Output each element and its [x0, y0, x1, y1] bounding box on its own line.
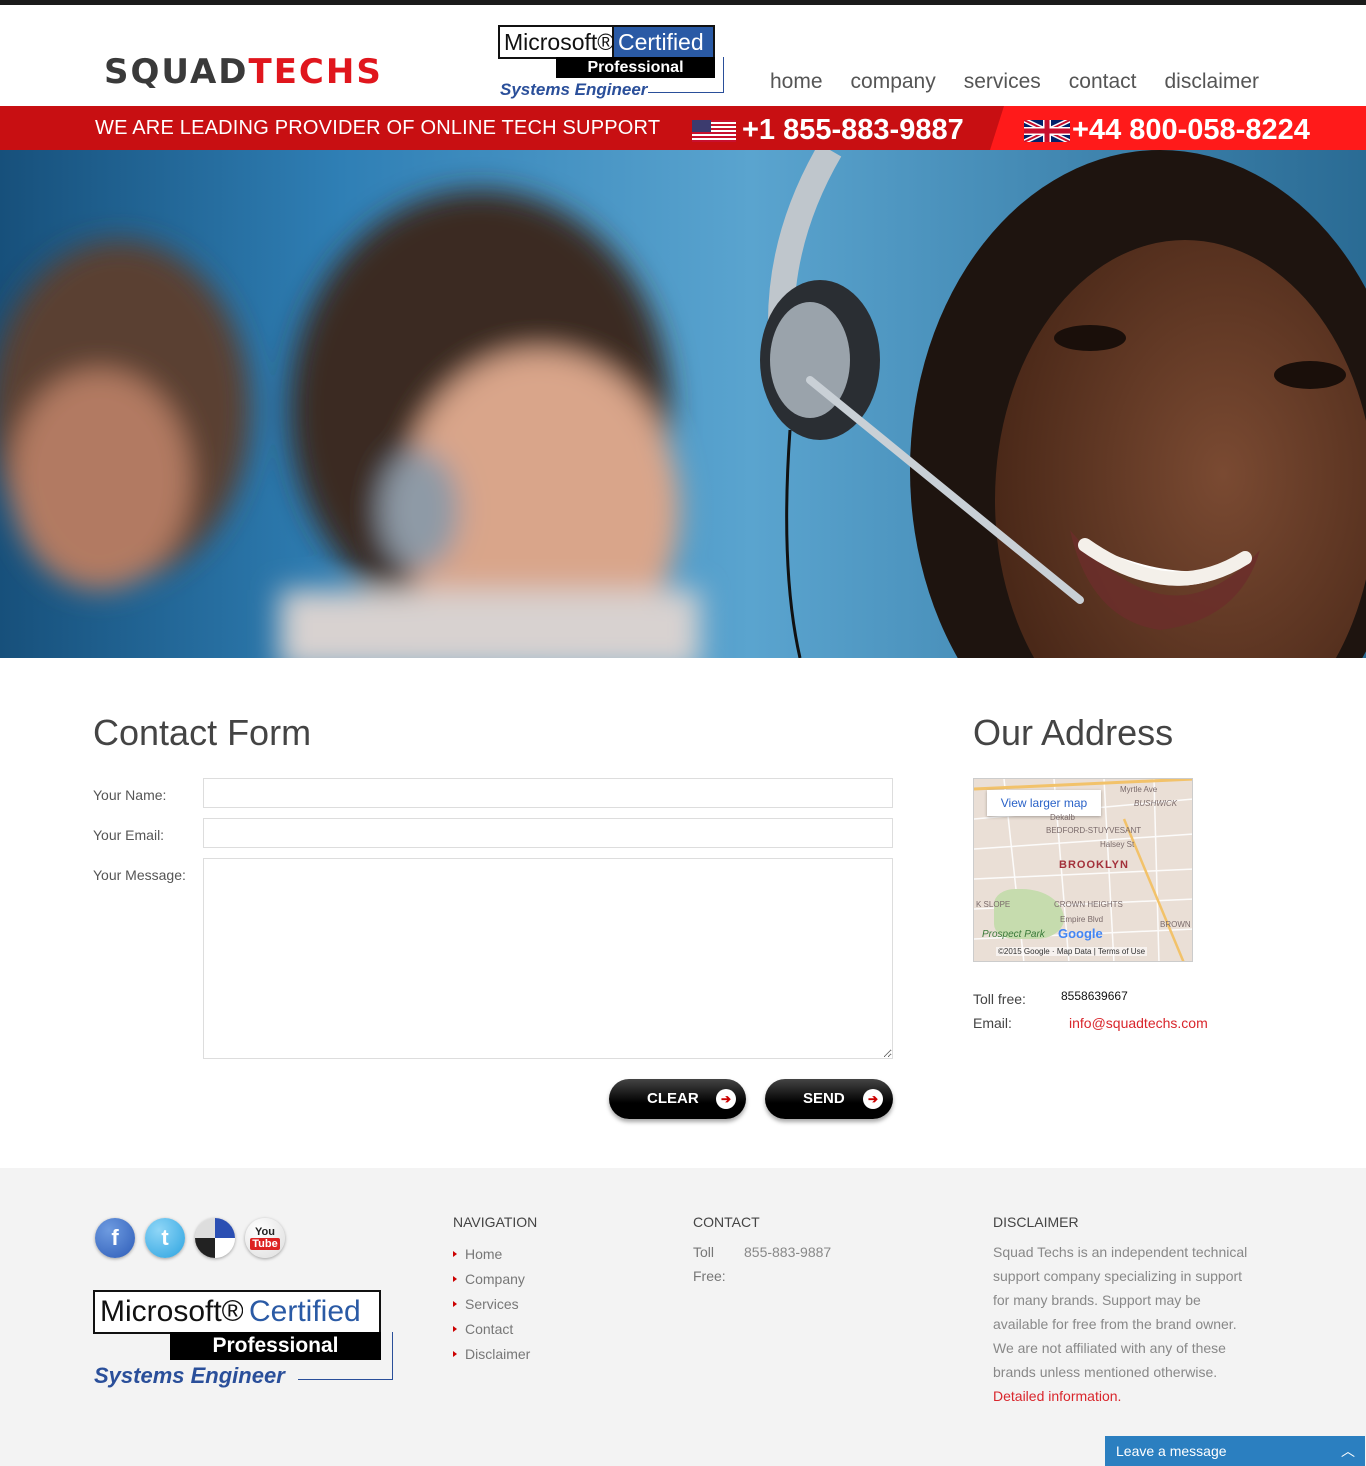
chat-widget[interactable]: Leave a message ︿: [1105, 1436, 1365, 1466]
detailed-information-link[interactable]: Detailed information.: [993, 1388, 1121, 1404]
mcp-badge-footer: Microsoft® Certified Professional System…: [93, 1290, 395, 1390]
chat-label: Leave a message: [1116, 1443, 1227, 1459]
disclaimer-line: Squad Techs is an independent technical: [993, 1244, 1248, 1260]
footer-nav-home[interactable]: Home: [453, 1242, 530, 1267]
delicious-icon[interactable]: [195, 1218, 235, 1258]
map-label: CROWN HEIGHTS: [1054, 900, 1123, 909]
email-input[interactable]: [203, 818, 893, 848]
mcp-badge-header: Microsoft® Certified Professional System…: [498, 25, 726, 101]
chevron-up-icon[interactable]: ︿: [1341, 1436, 1355, 1466]
map-embed[interactable]: View larger map Myrtle Ave BUSHWICK Deka…: [973, 778, 1193, 962]
support-agents-illustration: [0, 150, 1366, 658]
badge-microsoft: Microsoft®: [93, 1290, 245, 1334]
email-info-label: Email:: [973, 1015, 1012, 1031]
nav-services[interactable]: services: [964, 68, 1041, 96]
badge-microsoft: Microsoft®: [498, 25, 614, 59]
disclaimer-line: support company specializing in support: [993, 1268, 1243, 1284]
footer-nav-list: Home Company Services Contact Disclaimer: [453, 1242, 530, 1367]
map-label: BROWN: [1160, 920, 1191, 929]
badge-certified: Certified: [612, 25, 715, 59]
map-label: BEDFORD-STUYVESANT: [1046, 826, 1142, 835]
map-park-label: Prospect Park: [982, 929, 1045, 940]
top-border: [0, 0, 1366, 5]
disclaimer-line: for many brands. Support may be: [993, 1292, 1201, 1308]
nav-company[interactable]: company: [851, 68, 936, 96]
arrow-right-icon: ➔: [716, 1089, 736, 1109]
toll-free-label: Toll free:: [973, 991, 1026, 1007]
name-input[interactable]: [203, 778, 893, 808]
clear-button-label: CLEAR: [647, 1090, 699, 1107]
email-link[interactable]: info@squadtechs.com: [1069, 1015, 1208, 1031]
footer-free-label: Free:: [693, 1268, 726, 1284]
logo-part-squad: SQUAD: [104, 52, 249, 92]
youtube-tube: Tube: [250, 1238, 280, 1250]
badge-role: Systems Engineer: [500, 80, 648, 99]
footer-disclaimer-text: Squad Techs is an independent technical …: [993, 1240, 1283, 1408]
main-nav: home company services contact disclaimer: [770, 68, 1259, 96]
map-copyright-text: ©2015 Google · Map Data: [998, 947, 1092, 956]
nav-home[interactable]: home: [770, 68, 823, 96]
badge-professional: Professional: [556, 57, 715, 78]
banner-tagline: WE ARE LEADING PROVIDER OF ONLINE TECH S…: [95, 117, 661, 139]
nav-disclaimer[interactable]: disclaimer: [1165, 68, 1260, 96]
arrow-right-icon: ➔: [863, 1089, 883, 1109]
disclaimer-line: brands unless mentioned otherwise.: [993, 1364, 1218, 1380]
map-label: Halsey St: [1100, 840, 1135, 849]
logo-part-techs: TECHS: [248, 52, 383, 92]
map-area-label: BROOKLYN: [1059, 859, 1129, 871]
footer-nav-company[interactable]: Company: [453, 1267, 530, 1292]
message-textarea[interactable]: [203, 858, 893, 1059]
uk-flag-icon: [1024, 120, 1070, 142]
phone-uk[interactable]: +44 800-058-8224: [1072, 106, 1310, 154]
view-larger-map-link[interactable]: View larger map: [987, 790, 1101, 816]
footer-nav-disclaimer[interactable]: Disclaimer: [453, 1342, 530, 1367]
toll-free-value: 8558639667: [1061, 989, 1128, 1003]
contact-form-title: Contact Form: [93, 712, 312, 753]
footer-toll-label: Toll: [693, 1244, 715, 1260]
disclaimer-line: available for free from the brand owner.: [993, 1316, 1237, 1332]
disclaimer-line: We are not affiliated with any of these: [993, 1340, 1226, 1356]
map-terms-link[interactable]: Terms of Use: [1098, 947, 1145, 956]
badge-professional: Professional: [170, 1332, 381, 1360]
footer-nav-contact[interactable]: Contact: [453, 1317, 530, 1342]
map-label: Myrtle Ave: [1120, 785, 1158, 794]
message-label: Your Message:: [93, 867, 186, 883]
footer-contact-phone[interactable]: 855-883-9887: [744, 1240, 831, 1264]
footer-contact-title: CONTACT: [693, 1214, 760, 1230]
map-label: K SLOPE: [976, 900, 1011, 909]
footer-navigation-title: NAVIGATION: [453, 1214, 538, 1230]
address-title: Our Address: [973, 712, 1174, 753]
map-label: BUSHWICK: [1134, 799, 1178, 808]
facebook-icon[interactable]: f: [95, 1218, 135, 1258]
youtube-icon[interactable]: You Tube: [245, 1218, 285, 1258]
site-logo[interactable]: SQUADTECHS: [104, 52, 383, 92]
twitter-icon[interactable]: t: [145, 1218, 185, 1258]
badge-role: Systems Engineer: [94, 1363, 285, 1388]
hero-image: [0, 150, 1366, 658]
name-label: Your Name:: [93, 787, 167, 803]
footer-disclaimer-title: DISCLAIMER: [993, 1214, 1079, 1230]
phone-us[interactable]: +1 855-883-9887: [742, 106, 964, 154]
nav-contact[interactable]: contact: [1069, 68, 1137, 96]
map-label: Empire Blvd: [1060, 915, 1104, 924]
send-button[interactable]: SEND ➔: [765, 1079, 893, 1119]
map-label: Dekalb: [1050, 813, 1075, 822]
clear-button[interactable]: CLEAR ➔: [609, 1079, 746, 1119]
email-label: Your Email:: [93, 827, 165, 843]
send-button-label: SEND: [803, 1090, 845, 1107]
footer-nav-services[interactable]: Services: [453, 1292, 530, 1317]
red-banner: WE ARE LEADING PROVIDER OF ONLINE TECH S…: [0, 106, 1366, 150]
us-flag-icon: [692, 120, 736, 142]
google-logo: Google: [1058, 926, 1103, 941]
youtube-you: You: [255, 1226, 275, 1238]
badge-certified: Certified: [243, 1290, 381, 1334]
map-copyright: ©2015 Google · Map Data | Terms of Use: [996, 947, 1148, 956]
